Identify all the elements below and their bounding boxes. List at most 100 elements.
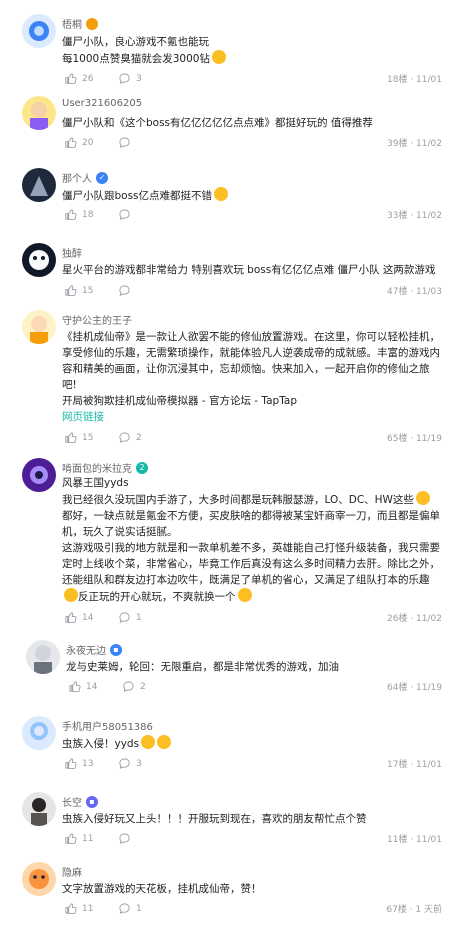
avatar[interactable] [22, 862, 56, 896]
comment-text: 文字放置游戏的天花板，挂机成仙帝，赞！ [62, 883, 262, 895]
comment-text: 《挂机成仙帝》是一款让人欲罢不能的修仙放置游戏。在这里，你可以轻松挂机， 享受修… [62, 331, 440, 423]
thumbs-up-icon [65, 833, 77, 844]
floor-date: 33楼 · 11/02 [387, 211, 442, 221]
reply-button[interactable]: 3 [118, 72, 142, 85]
comment-bubble-icon [119, 833, 130, 844]
comment-actions: 15 47楼 · 11/03 [62, 284, 442, 300]
thumbs-up-icon [65, 137, 77, 148]
username[interactable]: 隐麻 [62, 864, 82, 879]
comment-text: 风暴王国yyds 我已经很久没玩国内手游了，大多时间都是玩韩服瑟游，LO、DC、… [62, 477, 440, 603]
thumbs-up-icon [65, 903, 77, 914]
emoji-icon [141, 735, 156, 749]
thumbs-up-icon [65, 612, 77, 623]
like-count: 13 [82, 758, 94, 769]
avatar[interactable] [22, 792, 56, 826]
comment-bubble-icon [119, 758, 130, 769]
comment-actions: 11 11楼 · 11/01 [62, 832, 442, 848]
comment-actions: 20 39楼 · 11/02 [62, 136, 442, 152]
floor-date: 11楼 · 11/01 [387, 835, 442, 845]
username[interactable]: 梧桐 [62, 16, 82, 31]
username[interactable]: 永夜无边 [66, 642, 106, 657]
reply-button[interactable]: 2 [122, 680, 146, 693]
like-button[interactable]: 15 [64, 284, 93, 297]
reply-button[interactable] [118, 284, 136, 297]
comment-bubble-icon [119, 209, 130, 220]
like-button[interactable]: 11 [64, 902, 93, 915]
username[interactable]: 长空 [62, 794, 82, 809]
floor-date: 18楼 · 11/01 [387, 75, 442, 85]
like-button[interactable]: 18 [64, 208, 93, 221]
web-link[interactable]: 网页链接 [62, 411, 104, 423]
reply-count: 1 [136, 903, 142, 914]
reply-button[interactable]: 1 [118, 611, 142, 624]
reply-count: 1 [136, 612, 142, 623]
avatar[interactable] [22, 168, 56, 202]
comment-actions: 15 2 65楼 · 11/19 [62, 431, 442, 447]
emoji-icon [415, 491, 430, 505]
username[interactable]: User321606205 [62, 98, 142, 109]
avatar[interactable] [22, 243, 56, 277]
comment-text: 僵尸小队跟boss亿点难都挺不错 [62, 187, 442, 204]
like-button[interactable]: 14 [64, 611, 93, 624]
floor-date: 47楼 · 11/03 [387, 287, 442, 297]
like-count: 15 [82, 285, 94, 296]
thumbs-up-icon [65, 285, 77, 296]
emoji-icon [214, 187, 229, 201]
username[interactable]: 守护公主的王子 [62, 312, 132, 327]
verified-icon: 2 [136, 461, 148, 474]
like-count: 14 [82, 612, 94, 623]
comment-feed: 梧桐 僵尸小队，良心游戏不氪也能玩 每1000点赞臭猫就会发3000钻 26 3… [0, 0, 466, 933]
floor-date: 64楼 · 11/19 [387, 683, 442, 693]
thumbs-up-icon [69, 681, 81, 692]
reply-button[interactable]: 1 [118, 902, 142, 915]
avatar[interactable] [22, 14, 56, 48]
avatar[interactable] [22, 310, 56, 344]
level-badge-icon [86, 17, 98, 30]
reply-button[interactable] [118, 136, 136, 149]
username[interactable]: 啃面包的米拉克 [62, 460, 132, 475]
like-count: 11 [82, 903, 94, 914]
floor-date: 65楼 · 11/19 [387, 434, 442, 444]
like-button[interactable]: 26 [64, 72, 93, 85]
avatar[interactable] [26, 640, 60, 674]
comment-text: 虫族入侵好玩又上头！！！开服玩到现在，喜欢的朋友帮忙点个赞 [62, 813, 367, 825]
like-button[interactable]: 13 [64, 757, 93, 770]
thumbs-up-icon [65, 758, 77, 769]
username[interactable]: 独醉 [62, 245, 82, 260]
comment-bubble-icon [119, 137, 130, 148]
reply-button[interactable] [118, 208, 136, 221]
comment-bubble-icon [119, 285, 130, 296]
avatar[interactable] [22, 96, 56, 130]
comment-actions: 13 3 17楼 · 11/01 [62, 757, 442, 773]
emoji-icon [157, 735, 172, 749]
comment-bubble-icon [123, 681, 134, 692]
username[interactable]: 那个人 [62, 170, 92, 185]
avatar[interactable] [22, 458, 56, 492]
reply-button[interactable]: 2 [118, 431, 142, 444]
comment-text: 僵尸小队和《这个boss有亿亿亿亿亿点点难》都挺好玩的 值得推荐 [62, 117, 373, 129]
comment-bubble-icon [119, 432, 130, 443]
like-count: 11 [82, 833, 94, 844]
thumbs-up-icon [65, 432, 77, 443]
floor-date: 17楼 · 11/01 [387, 760, 442, 770]
username[interactable]: 手机用户58051386 [62, 718, 153, 733]
like-button[interactable]: 20 [64, 136, 93, 149]
avatar[interactable] [22, 716, 56, 750]
comment-actions: 18 33楼 · 11/02 [62, 208, 442, 224]
reply-count: 2 [136, 432, 142, 443]
floor-date: 67楼 · 1 天前 [386, 905, 442, 915]
reply-count: 3 [136, 73, 142, 84]
emoji-icon [64, 588, 78, 602]
like-button[interactable]: 11 [64, 832, 93, 845]
comment-bubble-icon [119, 612, 130, 623]
reply-button[interactable] [118, 832, 136, 845]
emoji-icon [211, 50, 226, 64]
comment-bubble-icon [119, 73, 130, 84]
verified-icon: ✓ [96, 171, 108, 184]
reply-button[interactable]: 3 [118, 757, 142, 770]
comment-actions: 14 1 26楼 · 11/02 [62, 611, 442, 627]
comment-text: 龙与史莱姆，轮回：无限重启，都是非常优秀的游戏，加油 [66, 661, 339, 673]
reply-count: 2 [140, 681, 146, 692]
like-button[interactable]: 14 [68, 680, 97, 693]
like-button[interactable]: 15 [64, 431, 93, 444]
